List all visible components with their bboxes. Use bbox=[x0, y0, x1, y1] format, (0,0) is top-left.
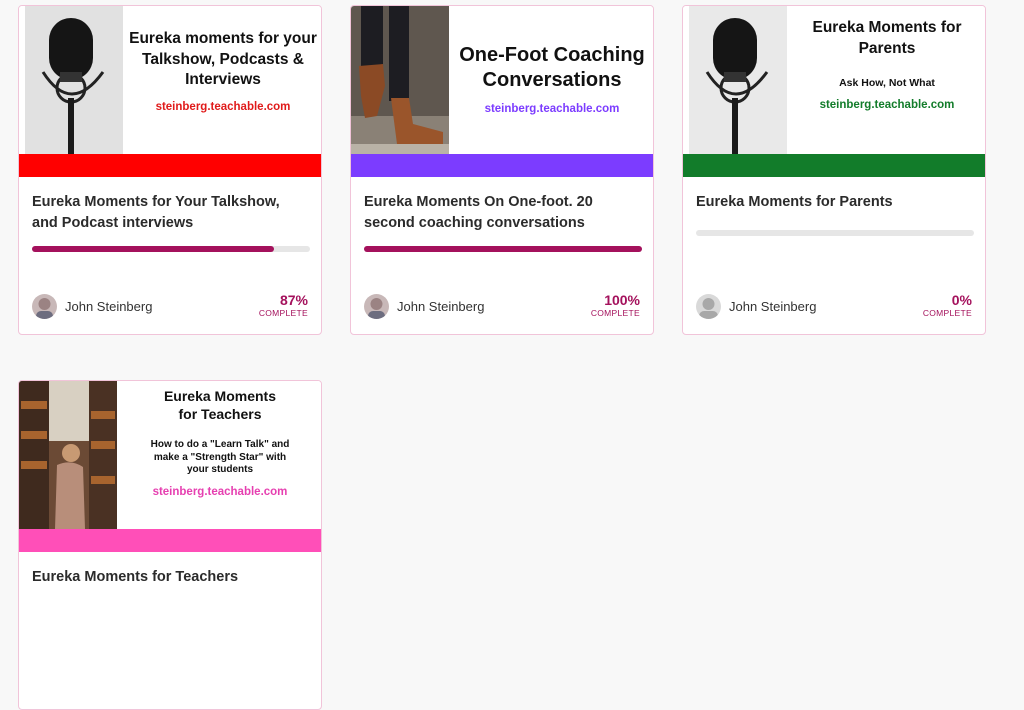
completion: 87% COMPLETE bbox=[259, 292, 308, 318]
completion-percent: 100% bbox=[604, 292, 640, 308]
course-thumbnail[interactable]: Eureka Moments for Teachers How to do a … bbox=[19, 381, 321, 529]
completion-label: COMPLETE bbox=[922, 308, 972, 318]
thumbnail-text: One-Foot Coaching Conversations steinber… bbox=[449, 6, 653, 154]
completion: 0% COMPLETE bbox=[923, 292, 972, 318]
thumbnail-text: Eureka Moments for Teachers How to do a … bbox=[117, 381, 321, 529]
course-card-talkshow[interactable]: Eureka moments for your Talkshow, Podcas… bbox=[18, 5, 322, 335]
completion-percent: 0% bbox=[951, 292, 972, 308]
completion-label: COMPLETE bbox=[258, 308, 308, 318]
accent-bar bbox=[683, 154, 985, 177]
completion-percent: 87% bbox=[279, 292, 308, 308]
avatar bbox=[364, 293, 389, 319]
thumbnail-subtitle: Ask How, Not What bbox=[839, 77, 935, 89]
progress-bar bbox=[364, 246, 642, 252]
accent-bar bbox=[19, 529, 321, 552]
microphone-photo bbox=[689, 6, 787, 154]
thumbnail-text: Eureka moments for your Talkshow, Podcas… bbox=[123, 6, 321, 154]
thumbnail-title: One-Foot Coaching Conversations bbox=[459, 44, 645, 91]
thumbnail-title: Eureka Moments for Parents bbox=[812, 19, 962, 57]
course-thumbnail[interactable]: Eureka moments for your Talkshow, Podcas… bbox=[19, 6, 321, 154]
thumbnail-subtitle: How to do a "Learn Talk" and make a "Str… bbox=[150, 439, 290, 475]
progress-fill bbox=[32, 246, 274, 252]
course-title[interactable]: Eureka Moments On One-foot. 20 second co… bbox=[364, 192, 634, 234]
accent-bar bbox=[19, 154, 321, 177]
course-thumbnail[interactable]: Eureka Moments for Parents Ask How, Not … bbox=[683, 6, 985, 154]
progress-fill bbox=[364, 246, 642, 252]
completion-label: COMPLETE bbox=[590, 308, 640, 318]
thumbnail-url: steinberg.teachable.com bbox=[484, 103, 620, 115]
completion: 100% COMPLETE bbox=[591, 292, 640, 318]
course-title[interactable]: Eureka Moments for Teachers bbox=[32, 567, 302, 588]
thumbnail-url: steinberg.teachable.com bbox=[155, 100, 291, 113]
avatar bbox=[32, 293, 57, 319]
course-card-teachers[interactable]: Eureka Moments for Teachers How to do a … bbox=[18, 380, 322, 710]
course-title[interactable]: Eureka Moments for Your Talkshow, and Po… bbox=[32, 192, 302, 234]
progress-bar bbox=[696, 230, 974, 236]
course-title[interactable]: Eureka Moments for Parents bbox=[696, 192, 966, 213]
progress-bar bbox=[32, 246, 310, 252]
course-card-parents[interactable]: Eureka Moments for Parents Ask How, Not … bbox=[682, 5, 986, 335]
thumbnail-url: steinberg.teachable.com bbox=[819, 99, 955, 111]
course-card-one-foot[interactable]: One-Foot Coaching Conversations steinber… bbox=[350, 5, 654, 335]
author: John Steinberg bbox=[696, 293, 816, 319]
thumbnail-title: Eureka moments for your Talkshow, Podcas… bbox=[129, 30, 317, 88]
author-name: John Steinberg bbox=[65, 298, 153, 314]
boots-photo bbox=[351, 6, 449, 154]
author: John Steinberg bbox=[364, 293, 484, 319]
thumbnail-url: steinberg.teachable.com bbox=[152, 485, 288, 498]
library-photo bbox=[19, 381, 117, 529]
microphone-photo bbox=[25, 6, 123, 154]
author-name: John Steinberg bbox=[397, 298, 485, 314]
accent-bar bbox=[351, 154, 653, 177]
author: John Steinberg bbox=[32, 293, 152, 319]
course-thumbnail[interactable]: One-Foot Coaching Conversations steinber… bbox=[351, 6, 653, 154]
author-name: John Steinberg bbox=[729, 298, 817, 314]
thumbnail-text: Eureka Moments for Parents Ask How, Not … bbox=[787, 6, 985, 154]
thumbnail-title: Eureka Moments for Teachers bbox=[163, 388, 277, 422]
avatar bbox=[696, 293, 721, 319]
